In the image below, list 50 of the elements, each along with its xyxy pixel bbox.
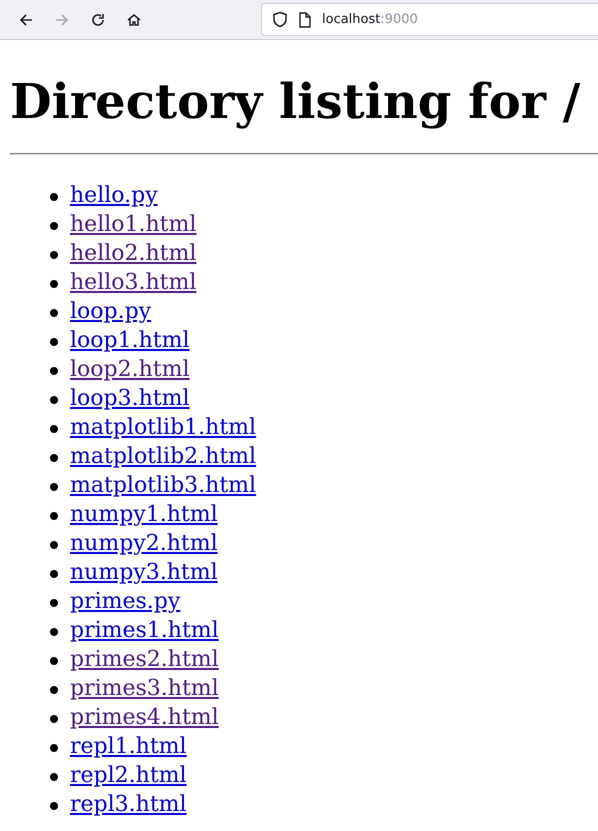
bullet-icon [50,280,58,288]
bullet-icon [50,309,58,317]
file-link[interactable]: numpy1.html [70,500,218,529]
file-link[interactable]: primes1.html [70,616,219,645]
file-link[interactable]: primes3.html [70,674,219,703]
bullet-icon [50,686,58,694]
file-link[interactable]: matplotlib3.html [70,471,256,500]
bullet-icon [50,193,58,201]
bullet-icon [50,454,58,462]
bullet-icon [50,744,58,752]
file-link[interactable]: loop1.html [70,326,190,355]
bullet-icon [50,599,58,607]
bullet-icon [50,802,58,810]
bullet-icon [50,715,58,723]
file-link[interactable]: repl2.html [70,761,187,790]
bullet-icon [50,396,58,404]
bullet-icon [50,222,58,230]
file-link[interactable]: hello3.html [70,268,196,297]
bullet-icon [50,628,58,636]
bullet-icon [50,512,58,520]
address-bar[interactable]: localhost:9000 [261,3,598,36]
bullet-icon [50,483,58,491]
url-port: :9000 [380,12,418,27]
bullet-icon [50,425,58,433]
bullet-icon [50,541,58,549]
file-link[interactable]: numpy3.html [70,558,218,587]
bullet-icon [50,338,58,346]
file-link[interactable]: hello1.html [70,210,196,239]
bullet-icon [50,570,58,578]
file-link[interactable]: loop.py [70,297,152,326]
file-link[interactable]: hello2.html [70,239,196,268]
file-link[interactable]: primes2.html [70,645,219,674]
bullet-icon [50,251,58,259]
file-link[interactable]: numpy2.html [70,529,218,558]
file-link[interactable]: loop3.html [70,384,190,413]
file-link[interactable]: loop2.html [70,355,190,384]
page-icon [298,12,312,28]
file-link[interactable]: hello.py [70,181,158,210]
url-host: localhost [322,12,380,27]
file-link[interactable]: matplotlib2.html [70,442,256,471]
file-link[interactable]: matplotlib1.html [70,413,256,442]
file-link[interactable]: repl3.html [70,790,187,819]
file-link[interactable]: primes4.html [70,703,219,732]
bullet-icon [50,773,58,781]
bullet-icon [50,367,58,375]
bullet-icon [50,657,58,665]
page-heading: Directory listing for / [10,74,580,130]
file-link[interactable]: primes.py [70,587,180,616]
file-link[interactable]: repl1.html [70,732,187,761]
shield-icon [272,11,288,28]
